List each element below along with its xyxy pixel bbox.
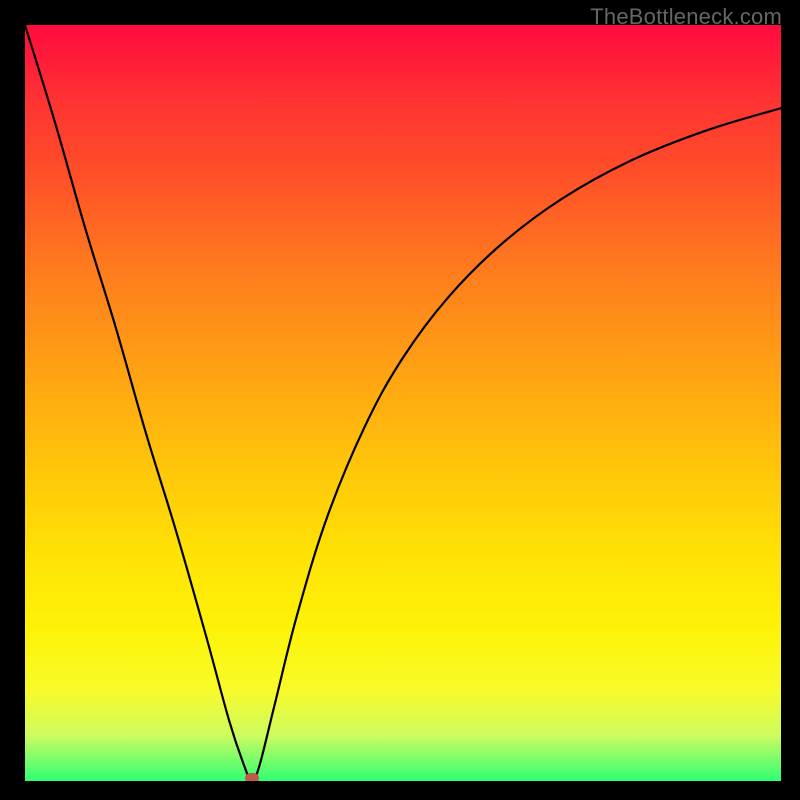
plot-area [25, 25, 781, 781]
minimum-marker [245, 773, 259, 781]
bottleneck-curve [25, 25, 781, 781]
watermark-text: TheBottleneck.com [590, 4, 782, 30]
